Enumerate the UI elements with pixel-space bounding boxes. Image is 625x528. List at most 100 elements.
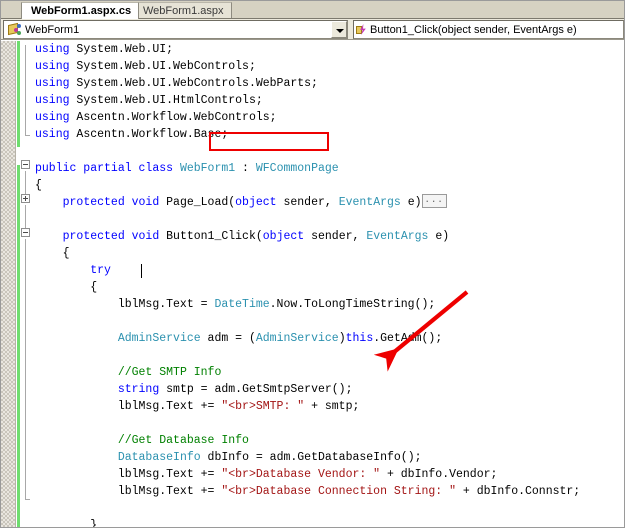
code-line	[35, 347, 625, 364]
outline-collapse-class[interactable]	[21, 160, 30, 169]
code-token: lblMsg.Text +=	[35, 400, 221, 413]
code-token: {	[35, 281, 97, 294]
code-token: WFCommonPage	[256, 162, 339, 175]
outline-connector	[25, 239, 26, 499]
code-token: using	[35, 128, 70, 141]
navigation-bar: WebForm1 Button1_Click(object sender, Ev…	[1, 19, 625, 40]
code-line: DatabaseInfo dbInfo = adm.GetDatabaseInf…	[35, 449, 625, 466]
code-line: using System.Web.UI.WebControls.WebParts…	[35, 75, 625, 92]
code-token: WebForm1	[180, 162, 235, 175]
code-line: using System.Web.UI.WebControls;	[35, 58, 625, 75]
code-editor-surface[interactable]: using System.Web.UI;using System.Web.UI.…	[1, 41, 625, 528]
tab-label: WebForm1.aspx.cs	[31, 5, 131, 17]
code-token	[35, 366, 118, 379]
code-line: using System.Web.UI.HtmlControls;	[35, 92, 625, 109]
code-token: sender,	[277, 196, 339, 209]
code-line: }	[35, 517, 625, 528]
code-line: AdminService adm = (AdminService)this.Ge…	[35, 330, 625, 347]
code-token: :	[235, 162, 256, 175]
code-token	[173, 162, 180, 175]
tab-webform1-aspx-cs[interactable]: WebForm1.aspx.cs	[21, 2, 139, 19]
code-token: {	[35, 179, 42, 192]
code-token	[35, 434, 118, 447]
code-token: System.Web.UI.WebControls;	[70, 60, 256, 73]
collapsed-region-marker[interactable]: ...	[422, 194, 447, 208]
code-line	[35, 415, 625, 432]
code-token: "<br>Database Connection String: "	[221, 485, 456, 498]
code-token: e)	[401, 196, 422, 209]
code-token: using	[35, 111, 70, 124]
code-token: using	[35, 77, 70, 90]
code-token	[35, 451, 118, 464]
code-token: {	[35, 247, 70, 260]
code-token: Page_Load(	[159, 196, 235, 209]
code-line: using Ascentn.Workflow.Base;	[35, 126, 625, 143]
code-token: }	[35, 519, 97, 528]
code-token: //Get SMTP Info	[118, 366, 222, 379]
tab-webform1-aspx[interactable]: WebForm1.aspx	[133, 2, 232, 18]
change-bar	[17, 41, 20, 147]
code-token	[35, 332, 118, 345]
code-token: public partial class	[35, 162, 173, 175]
code-token: "<br>Database Vendor: "	[221, 468, 380, 481]
outline-end-tick	[25, 499, 30, 500]
code-token: + smtp;	[304, 400, 359, 413]
code-token: EventArgs	[366, 230, 428, 243]
code-token: //Get Database Info	[118, 434, 249, 447]
code-token: object	[235, 196, 276, 209]
code-token: e)	[428, 230, 449, 243]
code-token: DateTime	[214, 298, 269, 311]
class-dropdown-value: WebForm1	[25, 24, 331, 36]
code-line: {	[35, 245, 625, 262]
code-token: using	[35, 60, 70, 73]
code-line: {	[35, 279, 625, 296]
code-token	[35, 196, 63, 209]
code-token: protected void	[63, 196, 160, 209]
code-token: System.Web.UI.WebControls.WebParts;	[70, 77, 318, 90]
outline-connector	[25, 171, 26, 195]
outline-end-tick	[25, 135, 30, 136]
tab-label: WebForm1.aspx	[143, 5, 224, 17]
code-line: public partial class WebForm1 : WFCommon…	[35, 160, 625, 177]
event-icon	[356, 22, 370, 37]
code-line	[35, 143, 625, 160]
code-token: .GetAdm();	[373, 332, 442, 345]
code-text[interactable]: using System.Web.UI;using System.Web.UI.…	[35, 41, 625, 528]
class-dropdown[interactable]: WebForm1	[3, 20, 348, 39]
code-line: {	[35, 177, 625, 194]
class-icon	[7, 22, 23, 37]
change-bar	[17, 165, 20, 528]
member-dropdown[interactable]: Button1_Click(object sender, EventArgs e…	[353, 20, 624, 39]
code-token	[35, 264, 90, 277]
code-token: Button1_Click(	[159, 230, 263, 243]
code-line	[35, 211, 625, 228]
indicator-margin[interactable]	[1, 41, 16, 528]
code-line: //Get Database Info	[35, 432, 625, 449]
code-token	[35, 230, 63, 243]
outlining-margin[interactable]	[21, 41, 34, 528]
code-token: AdminService	[256, 332, 339, 345]
code-token: Ascentn.Workflow.WebControls;	[70, 111, 277, 124]
outline-collapse-button1-click[interactable]	[21, 228, 30, 237]
code-line: try	[35, 262, 625, 279]
outline-expand-page-load[interactable]	[21, 194, 30, 203]
member-dropdown-value: Button1_Click(object sender, EventArgs e…	[370, 24, 623, 36]
code-token	[35, 383, 118, 396]
code-line: protected void Page_Load(object sender, …	[35, 194, 625, 211]
code-token: protected void	[63, 230, 160, 243]
code-token: + dbInfo.Vendor;	[380, 468, 497, 481]
code-token: sender,	[304, 230, 366, 243]
text-caret	[141, 264, 142, 278]
code-line: lblMsg.Text += "<br>Database Connection …	[35, 483, 625, 500]
code-token: try	[90, 264, 111, 277]
code-line: protected void Button1_Click(object send…	[35, 228, 625, 245]
code-token: lblMsg.Text =	[35, 298, 214, 311]
code-token: Ascentn.Workflow.Base;	[70, 128, 229, 141]
code-line: string smtp = adm.GetSmtpServer();	[35, 381, 625, 398]
code-token: dbInfo = adm.GetDatabaseInfo();	[201, 451, 422, 464]
chevron-down-icon[interactable]	[331, 21, 347, 38]
code-token: using	[35, 94, 70, 107]
code-token: System.Web.UI.HtmlControls;	[70, 94, 263, 107]
code-token: lblMsg.Text +=	[35, 468, 221, 481]
outline-connector	[25, 205, 26, 228]
